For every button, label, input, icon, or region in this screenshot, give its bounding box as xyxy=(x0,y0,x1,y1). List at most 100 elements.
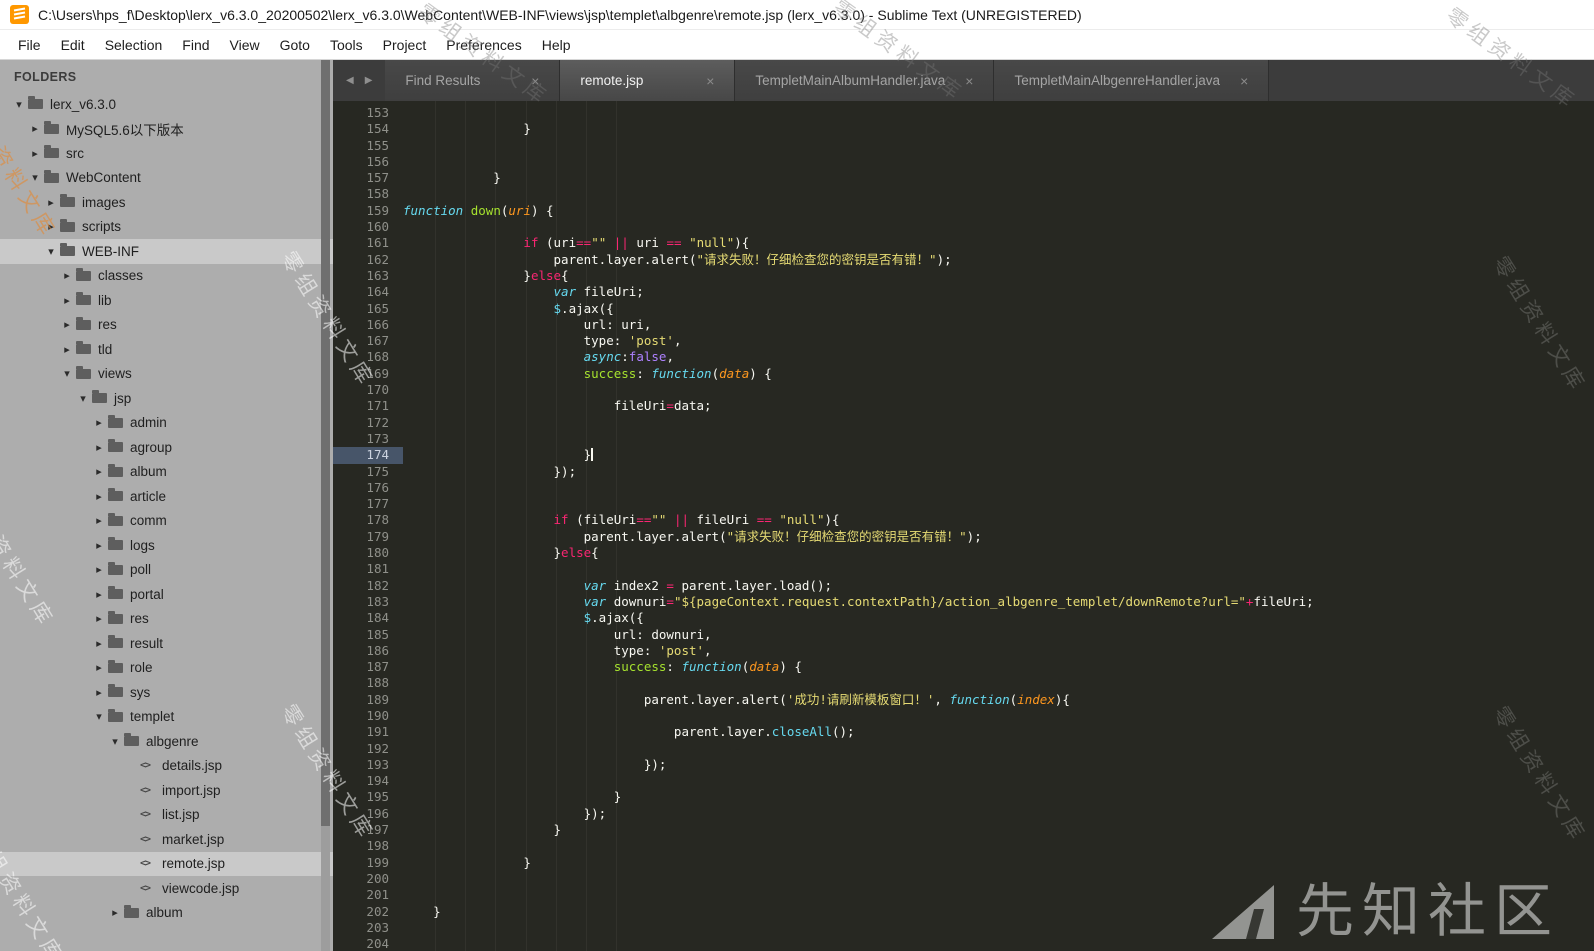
tree-item-tld[interactable]: ▸ tld xyxy=(0,337,333,362)
line-number[interactable]: 199 xyxy=(333,855,403,871)
tree-item-agroup[interactable]: ▸ agroup xyxy=(0,435,333,460)
code-line[interactable]: 190 xyxy=(333,708,1594,724)
code-line[interactable]: 197 } xyxy=(333,822,1594,838)
chevron-right-icon[interactable]: ▸ xyxy=(92,490,106,503)
tree-item-WEB-INF[interactable]: ▾ WEB-INF xyxy=(0,239,333,264)
line-number[interactable]: 197 xyxy=(333,822,403,838)
code-line[interactable]: 179 parent.layer.alert("请求失败！仔细检查您的密钥是否有… xyxy=(333,529,1594,545)
tree-item-portal[interactable]: ▸ portal xyxy=(0,582,333,607)
scrollbar-thumb[interactable] xyxy=(321,60,330,827)
line-number[interactable]: 182 xyxy=(333,578,403,594)
line-number[interactable]: 160 xyxy=(333,219,403,235)
chevron-right-icon[interactable]: ▸ xyxy=(92,686,106,699)
code-line[interactable]: 184 $.ajax({ xyxy=(333,610,1594,626)
line-number[interactable]: 180 xyxy=(333,545,403,561)
chevron-right-icon[interactable]: ▸ xyxy=(92,612,106,625)
menu-file[interactable]: File xyxy=(8,33,51,57)
line-number[interactable]: 196 xyxy=(333,806,403,822)
tree-item-templet[interactable]: ▾ templet xyxy=(0,705,333,730)
tree-item-logs[interactable]: ▸ logs xyxy=(0,533,333,558)
code-line[interactable]: 159 function down(uri) { xyxy=(333,203,1594,219)
code-line[interactable]: 171 fileUri=data; xyxy=(333,398,1594,414)
chevron-right-icon[interactable]: ▸ xyxy=(44,196,58,209)
code-line[interactable]: 163 }else{ xyxy=(333,268,1594,284)
chevron-down-icon[interactable]: ▾ xyxy=(76,392,90,405)
chevron-right-icon[interactable]: ▸ xyxy=(92,514,106,527)
line-number[interactable]: 175 xyxy=(333,464,403,480)
code-line[interactable]: 196 }); xyxy=(333,806,1594,822)
code-line[interactable]: 156 xyxy=(333,154,1594,170)
chevron-down-icon[interactable]: ▾ xyxy=(92,710,106,723)
tree-item-images[interactable]: ▸ images xyxy=(0,190,333,215)
line-number[interactable]: 202 xyxy=(333,904,403,920)
tree-item-res[interactable]: ▸ res xyxy=(0,313,333,338)
tree-item-albgenre[interactable]: ▾ albgenre xyxy=(0,729,333,754)
code-line[interactable]: 153 xyxy=(333,105,1594,121)
line-number[interactable]: 187 xyxy=(333,659,403,675)
chevron-right-icon[interactable]: ▸ xyxy=(92,563,106,576)
chevron-right-icon[interactable]: ▸ xyxy=(92,465,106,478)
chevron-right-icon[interactable]: ▸ xyxy=(28,122,42,135)
chevron-right-icon[interactable]: ▸ xyxy=(60,294,74,307)
line-number[interactable]: 153 xyxy=(333,105,403,121)
line-number[interactable]: 154 xyxy=(333,121,403,137)
code-line[interactable]: 173 xyxy=(333,431,1594,447)
code-line[interactable]: 186 type: 'post', xyxy=(333,643,1594,659)
code-line[interactable]: 162 parent.layer.alert("请求失败！仔细检查您的密钥是否有… xyxy=(333,252,1594,268)
chevron-right-icon[interactable]: ▸ xyxy=(60,269,74,282)
code-line[interactable]: 172 xyxy=(333,415,1594,431)
line-number[interactable]: 177 xyxy=(333,496,403,512)
tab-close-icon[interactable]: × xyxy=(1236,73,1248,89)
line-number[interactable]: 178 xyxy=(333,512,403,528)
code-line[interactable]: 191 parent.layer.closeAll(); xyxy=(333,724,1594,740)
menu-find[interactable]: Find xyxy=(172,33,219,57)
chevron-right-icon[interactable]: ▸ xyxy=(108,906,122,919)
code-line[interactable]: 161 if (uri=="" || uri == "null"){ xyxy=(333,235,1594,251)
line-number[interactable]: 164 xyxy=(333,284,403,300)
line-number[interactable]: 170 xyxy=(333,382,403,398)
code-line[interactable]: 164 var fileUri; xyxy=(333,284,1594,300)
chevron-right-icon[interactable]: ▸ xyxy=(92,637,106,650)
tree-item-lib[interactable]: ▸ lib xyxy=(0,288,333,313)
line-number[interactable]: 181 xyxy=(333,561,403,577)
chevron-down-icon[interactable]: ▾ xyxy=(60,367,74,380)
tree-item-WebContent[interactable]: ▾ WebContent xyxy=(0,166,333,191)
code-line[interactable]: 154 } xyxy=(333,121,1594,137)
tree-item-scripts[interactable]: ▸ scripts xyxy=(0,215,333,240)
code-line[interactable]: 155 xyxy=(333,138,1594,154)
tree-item-MySQL5.6以下版本[interactable]: ▸ MySQL5.6以下版本 xyxy=(0,117,333,142)
line-number[interactable]: 165 xyxy=(333,301,403,317)
code-line[interactable]: 178 if (fileUri=="" || fileUri == "null"… xyxy=(333,512,1594,528)
tab-close-icon[interactable]: × xyxy=(961,73,973,89)
line-number[interactable]: 176 xyxy=(333,480,403,496)
tab-nav-left-icon[interactable]: ◀ xyxy=(346,75,354,86)
code-line[interactable]: 183 var downuri="${pageContext.request.c… xyxy=(333,594,1594,610)
code-line[interactable]: 165 $.ajax({ xyxy=(333,301,1594,317)
tree-item-sys[interactable]: ▸ sys xyxy=(0,680,333,705)
menu-goto[interactable]: Goto xyxy=(270,33,320,57)
line-number[interactable]: 189 xyxy=(333,692,403,708)
chevron-right-icon[interactable]: ▸ xyxy=(60,343,74,356)
tree-item-market.jsp[interactable]: <> market.jsp xyxy=(0,827,333,852)
tree-item-role[interactable]: ▸ role xyxy=(0,656,333,681)
code-line[interactable]: 167 type: 'post', xyxy=(333,333,1594,349)
tree-item-remote.jsp[interactable]: <> remote.jsp xyxy=(0,851,333,876)
tree-item-classes[interactable]: ▸ classes xyxy=(0,264,333,289)
line-number[interactable]: 201 xyxy=(333,887,403,903)
tree-item-album[interactable]: ▸ album xyxy=(0,901,333,926)
chevron-down-icon[interactable]: ▾ xyxy=(108,735,122,748)
code-line[interactable]: 180 }else{ xyxy=(333,545,1594,561)
tree-item-lerx_v6.3.0[interactable]: ▾ lerx_v6.3.0 xyxy=(0,92,333,117)
menu-tools[interactable]: Tools xyxy=(320,33,373,57)
line-number[interactable]: 159 xyxy=(333,203,403,219)
code-line[interactable]: 204 xyxy=(333,936,1594,951)
code-line[interactable]: 199 } xyxy=(333,855,1594,871)
line-number[interactable]: 184 xyxy=(333,610,403,626)
tree-item-comm[interactable]: ▸ comm xyxy=(0,509,333,534)
menu-edit[interactable]: Edit xyxy=(51,33,95,57)
code-line[interactable]: 185 url: downuri, xyxy=(333,627,1594,643)
code-line[interactable]: 203 xyxy=(333,920,1594,936)
menu-help[interactable]: Help xyxy=(532,33,581,57)
tree-item-list.jsp[interactable]: <> list.jsp xyxy=(0,803,333,828)
tree-item-article[interactable]: ▸ article xyxy=(0,484,333,509)
